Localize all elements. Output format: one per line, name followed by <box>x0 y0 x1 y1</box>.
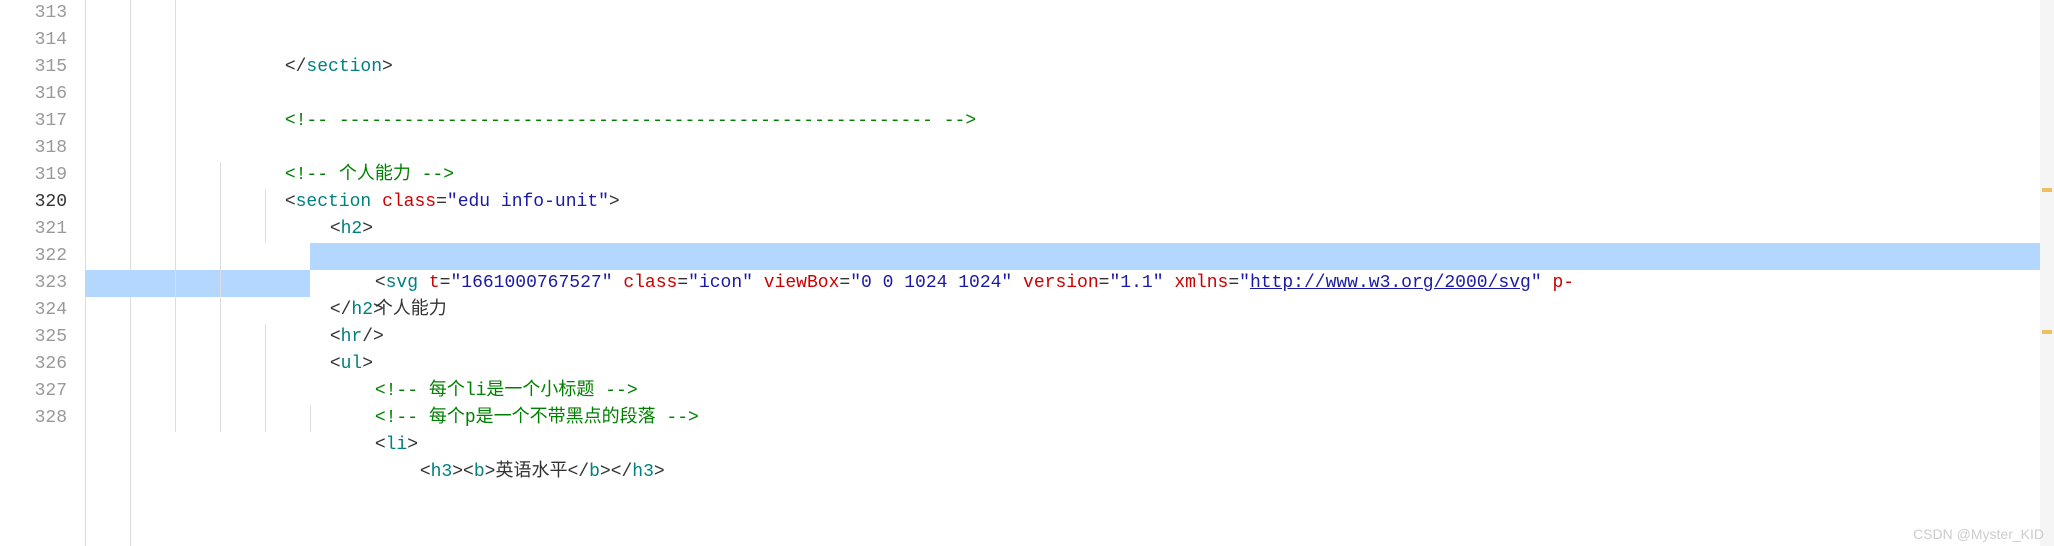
code-line[interactable] <box>85 81 2054 108</box>
code-line[interactable]: </section> <box>85 0 2054 27</box>
line-number: 328 <box>0 405 67 432</box>
line-number: 324 <box>0 297 67 324</box>
vertical-scrollbar[interactable] <box>2040 0 2054 546</box>
code-line[interactable] <box>85 27 2054 54</box>
line-number: 318 <box>0 135 67 162</box>
code-line[interactable]: 个人能力 <box>85 216 2054 243</box>
line-number: 315 <box>0 54 67 81</box>
line-number: 323 <box>0 270 67 297</box>
line-number-gutter: 313 314 315 316 317 318 319 320 321 322 … <box>0 0 85 546</box>
code-line[interactable]: </h2> <box>85 243 2054 270</box>
minimap-marker <box>2042 188 2052 192</box>
line-number: 327 <box>0 378 67 405</box>
code-line[interactable]: <section class="edu info-unit"> <box>85 135 2054 162</box>
code-editor[interactable]: 313 314 315 316 317 318 319 320 321 322 … <box>0 0 2054 546</box>
minimap-marker <box>2042 330 2052 334</box>
line-number: 322 <box>0 243 67 270</box>
line-number: 319 <box>0 162 67 189</box>
code-line[interactable]: <!-- 每个p是一个不带黑点的段落 --> <box>85 351 2054 378</box>
watermark: CSDN @Myster_KID <box>1913 526 2044 542</box>
line-number-active: 320 <box>0 189 67 216</box>
line-number: 317 <box>0 108 67 135</box>
line-number: 316 <box>0 81 67 108</box>
line-number: 326 <box>0 351 67 378</box>
line-number: 321 <box>0 216 67 243</box>
code-content[interactable]: </section> <!-- ------------------------… <box>85 0 2054 546</box>
line-number: 325 <box>0 324 67 351</box>
line-number: 314 <box>0 27 67 54</box>
line-number: 313 <box>0 0 67 27</box>
